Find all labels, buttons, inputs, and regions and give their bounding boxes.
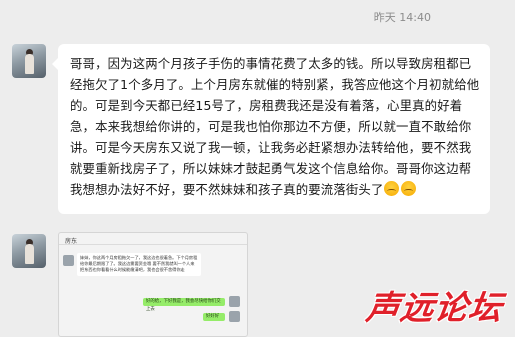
forum-watermark: 声远论坛 xyxy=(363,288,506,327)
avatar-figure-shape xyxy=(25,54,34,74)
screenshot-image[interactable]: 房东 妹妹，你这两个月房租拖欠一了，我这边也很着急。下个月房租给你最后期限了了。… xyxy=(58,232,248,337)
sender-avatar-2[interactable] xyxy=(12,234,46,268)
screenshot-reply-2: 好好好 xyxy=(203,313,225,321)
screenshot-avatar-right xyxy=(229,296,240,307)
screenshot-title: 房东 xyxy=(65,238,78,245)
avatar-figure-shape xyxy=(25,244,34,264)
screenshot-reply-1: 好的给，下好我是，我会尽快给你们交上去 xyxy=(143,298,225,312)
screenshot-avatar xyxy=(63,255,74,266)
screenshot-divider xyxy=(59,244,247,245)
screenshot-message: 妹妹，你这两个月房租拖欠一了，我这边也很着急。下个月房租给你最后期限了了。我这边… xyxy=(77,253,201,276)
screenshot-avatar-right-2 xyxy=(229,311,240,322)
message-bubble[interactable]: 哥哥，因为这两个月孩子手伤的事情花费了太多的钱。所以导致房租都已经拖欠了1个多月… xyxy=(52,44,490,214)
chat-timestamp: 昨天 14:40 xyxy=(373,11,431,24)
sad-face-emoji-icon-2 xyxy=(400,181,416,196)
message-text: 哥哥，因为这两个月孩子手伤的事情花费了太多的钱。所以导致房租都已经拖欠了1个多月… xyxy=(70,56,480,197)
sad-face-emoji-icon xyxy=(383,181,399,196)
sender-avatar[interactable] xyxy=(12,44,46,78)
